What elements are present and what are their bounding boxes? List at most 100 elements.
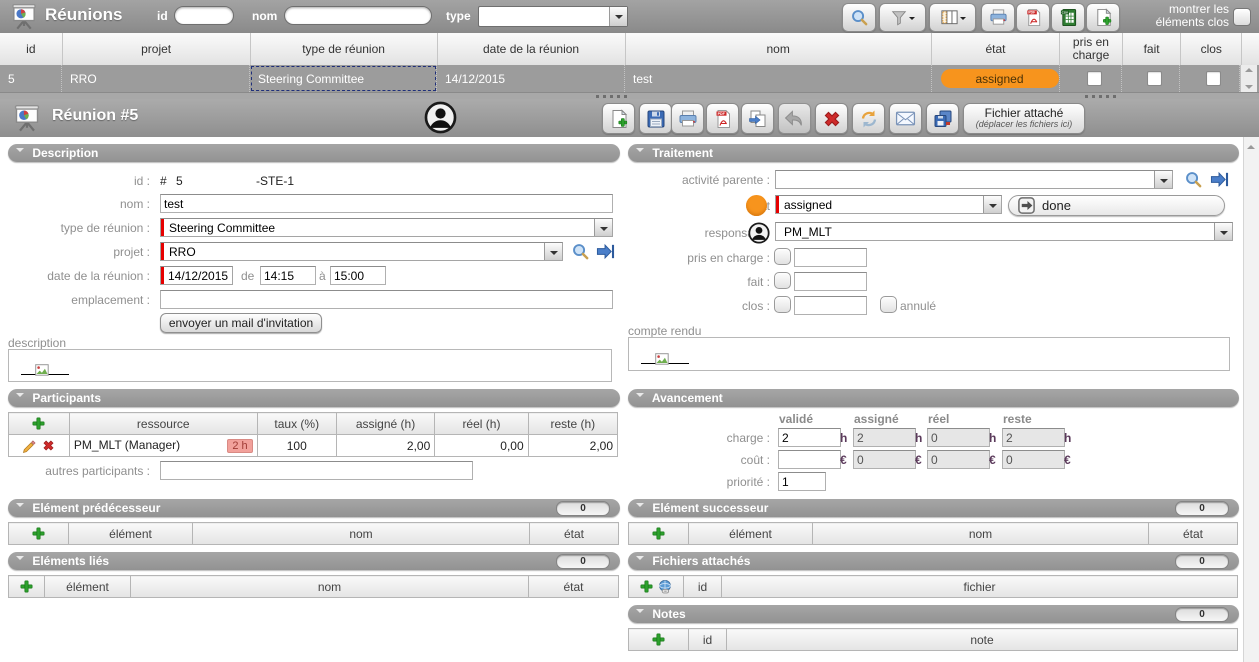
- col-header-nom[interactable]: nom: [626, 33, 932, 65]
- col-header-fait[interactable]: fait: [1123, 33, 1182, 65]
- splitter-handle[interactable]: [1085, 95, 1119, 98]
- refresh-button[interactable]: [852, 103, 885, 134]
- col-header-etat[interactable]: état: [932, 33, 1060, 65]
- chevron-down-icon[interactable]: [1154, 171, 1172, 188]
- add-icon[interactable]: [651, 526, 666, 541]
- projet-select[interactable]: RRO: [160, 242, 563, 261]
- section-predecesseur[interactable]: Elément prédécesseur 0: [8, 499, 620, 517]
- search-icon[interactable]: [571, 242, 590, 261]
- type-reunion-select[interactable]: Steering Committee: [160, 218, 613, 237]
- heure-debut-input[interactable]: [260, 266, 316, 285]
- copy-button[interactable]: [741, 103, 774, 134]
- etat-select[interactable]: assigned: [775, 195, 1002, 214]
- column-chooser-button[interactable]: [929, 3, 976, 32]
- pdf-button[interactable]: [706, 103, 739, 134]
- add-icon[interactable]: [31, 416, 46, 431]
- save-button[interactable]: [639, 103, 672, 134]
- clos-date-input[interactable]: [794, 296, 867, 315]
- scroll-up-icon[interactable]: [1247, 145, 1255, 149]
- description-editor[interactable]: [8, 349, 612, 382]
- jump-to-icon[interactable]: [596, 242, 615, 261]
- col-header-pris[interactable]: pris en charge: [1060, 33, 1123, 65]
- invite-mail-button[interactable]: envoyer un mail d'invitation: [160, 313, 322, 333]
- col-header-clos[interactable]: clos: [1181, 33, 1242, 65]
- compte-rendu-editor[interactable]: [628, 337, 1230, 371]
- print-button[interactable]: [671, 103, 704, 134]
- fait-checkbox[interactable]: [1147, 71, 1162, 86]
- col-header-projet[interactable]: projet: [63, 33, 251, 65]
- delete-icon[interactable]: [41, 438, 56, 453]
- activite-parente-select[interactable]: [775, 170, 1173, 189]
- chevron-down-icon[interactable]: [594, 219, 612, 236]
- add-icon[interactable]: [19, 579, 34, 594]
- cell-id[interactable]: 5: [0, 65, 62, 92]
- participant-row[interactable]: PM_MLT (Manager)2 h 100 2,00 0,00 2,00: [9, 435, 618, 457]
- chevron-down-icon[interactable]: [609, 7, 627, 26]
- priorite-input[interactable]: [778, 472, 826, 491]
- next-state-button[interactable]: done: [1008, 195, 1225, 216]
- section-notes[interactable]: Notes 0: [628, 605, 1239, 623]
- link-icon[interactable]: [657, 579, 673, 595]
- add-icon[interactable]: [639, 579, 654, 594]
- pris-en-charge-checkbox[interactable]: [774, 248, 791, 265]
- cell-nom[interactable]: test: [625, 65, 932, 92]
- add-icon[interactable]: [31, 526, 46, 541]
- search-button[interactable]: [842, 3, 876, 32]
- chevron-down-icon[interactable]: [544, 243, 562, 260]
- show-closed-checkbox[interactable]: [1233, 8, 1251, 26]
- pris-en-charge-checkbox[interactable]: [1087, 71, 1102, 86]
- detail-scrollbar[interactable]: [1243, 137, 1259, 662]
- print-button[interactable]: [981, 3, 1015, 32]
- search-icon[interactable]: [1184, 170, 1203, 189]
- autres-participants-input[interactable]: [160, 461, 473, 480]
- nom-input[interactable]: [160, 194, 613, 213]
- save-copy-button[interactable]: [926, 103, 959, 134]
- cout-valide-input[interactable]: [778, 450, 841, 469]
- fait-checkbox[interactable]: [774, 272, 791, 289]
- new-item-button[interactable]: [1086, 3, 1120, 32]
- scroll-down-icon[interactable]: [1245, 85, 1253, 89]
- cell-type[interactable]: Steering Committee: [250, 65, 437, 92]
- delete-button[interactable]: [815, 103, 848, 134]
- filter-type-select[interactable]: [478, 6, 628, 27]
- chevron-down-icon[interactable]: [1214, 223, 1232, 240]
- filter-nom-input[interactable]: [284, 6, 432, 25]
- mail-button[interactable]: [889, 103, 922, 134]
- annule-checkbox[interactable]: [880, 296, 897, 313]
- section-avancement[interactable]: Avancement: [628, 389, 1239, 407]
- cell-date[interactable]: 14/12/2015: [437, 65, 625, 92]
- jump-to-icon[interactable]: [1210, 170, 1229, 189]
- clos-checkbox[interactable]: [774, 296, 791, 313]
- emplacement-input[interactable]: [160, 290, 613, 309]
- new-button[interactable]: [602, 103, 635, 134]
- edit-icon[interactable]: [22, 438, 37, 453]
- add-icon[interactable]: [651, 632, 666, 647]
- section-fichiers-attaches[interactable]: Fichiers attachés 0: [628, 552, 1239, 570]
- responsable-select[interactable]: PM_MLT: [775, 222, 1233, 241]
- section-description[interactable]: Description: [8, 144, 620, 162]
- charge-valide-input[interactable]: [778, 428, 841, 447]
- list-scrollbar[interactable]: [1240, 65, 1257, 92]
- table-row[interactable]: 5 RRO Steering Committee 14/12/2015 test…: [0, 65, 1259, 93]
- splitter-handle[interactable]: [596, 95, 630, 98]
- section-participants[interactable]: Participants: [8, 389, 620, 407]
- export-pdf-button[interactable]: [1016, 3, 1050, 32]
- filter-button[interactable]: [879, 3, 926, 32]
- filter-id-input[interactable]: [174, 6, 234, 25]
- section-traitement[interactable]: Traitement: [628, 144, 1239, 162]
- section-elements-lies[interactable]: Eléments liés 0: [8, 552, 620, 570]
- chevron-down-icon[interactable]: [983, 196, 1001, 213]
- scroll-up-icon[interactable]: [1245, 68, 1253, 72]
- cell-projet[interactable]: RRO: [62, 65, 250, 92]
- pris-en-charge-date-input[interactable]: [794, 248, 867, 267]
- col-header-type[interactable]: type de réunion: [251, 33, 438, 65]
- date-input[interactable]: 14/12/2015: [160, 266, 233, 285]
- col-header-date[interactable]: date de la réunion: [438, 33, 626, 65]
- heure-fin-input[interactable]: [330, 266, 386, 285]
- export-csv-button[interactable]: [1051, 3, 1085, 32]
- undo-button[interactable]: [778, 103, 811, 134]
- clos-checkbox[interactable]: [1206, 71, 1221, 86]
- fait-date-input[interactable]: [794, 272, 867, 291]
- attach-file-dropzone[interactable]: Fichier attaché (déplacer les fichiers i…: [963, 103, 1085, 134]
- section-successeur[interactable]: Elément successeur 0: [628, 499, 1239, 517]
